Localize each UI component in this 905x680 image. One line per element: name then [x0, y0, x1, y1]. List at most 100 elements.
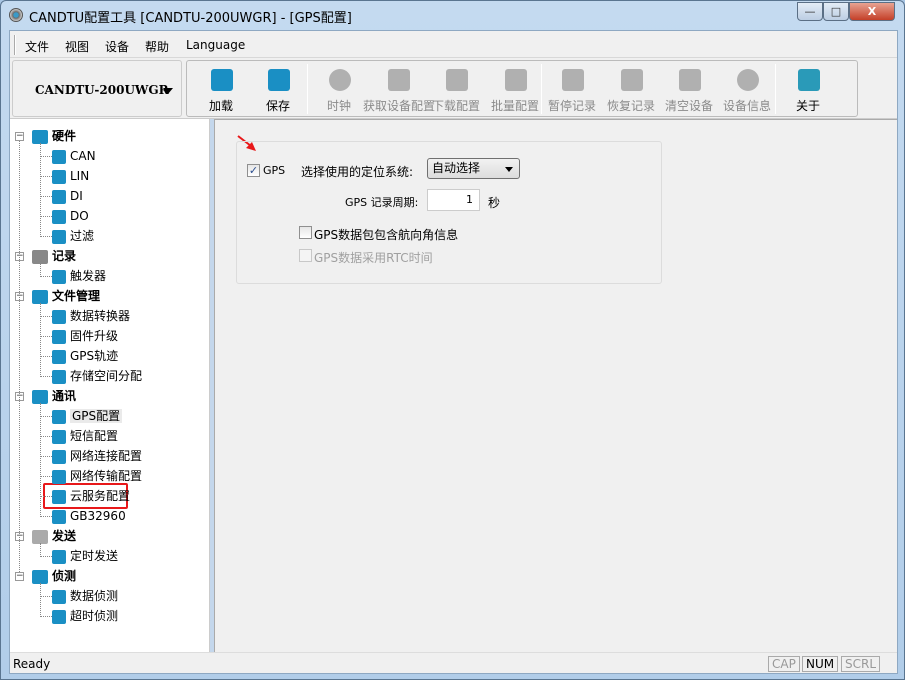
- batch-config-icon: [505, 69, 527, 91]
- tree-item-label: 网络连接配置: [70, 449, 143, 463]
- tree-connector: [19, 141, 20, 572]
- tree-group-3[interactable]: 通讯: [32, 387, 76, 405]
- tree-connector: [40, 436, 52, 437]
- item-icon: [52, 609, 66, 624]
- tree-item[interactable]: 云服务配置: [52, 487, 130, 505]
- item-icon: [52, 449, 66, 464]
- tree-item[interactable]: DO: [52, 207, 89, 225]
- tree-connector: [40, 216, 52, 217]
- tree-group-5[interactable]: 侦测: [32, 567, 76, 585]
- tree-connector: [40, 316, 52, 317]
- tree-item[interactable]: 定时发送: [52, 547, 118, 565]
- menu-device[interactable]: 设备: [105, 38, 129, 55]
- tree-item[interactable]: GPS轨迹: [52, 347, 118, 365]
- gps-period-input[interactable]: 1: [427, 189, 480, 211]
- tree-item[interactable]: 数据转换器: [52, 307, 130, 325]
- tree-item-label: 云服务配置: [70, 489, 131, 503]
- tree-item[interactable]: 存储空间分配: [52, 367, 142, 385]
- get-config-icon: [388, 69, 410, 91]
- menu-bar: 文件 视图 设备 帮助 Language: [10, 31, 897, 58]
- rtc-time-label: GPS数据采用RTC时间: [314, 251, 433, 265]
- menu-help[interactable]: 帮助: [145, 38, 169, 55]
- tree-connector: [40, 196, 52, 197]
- item-icon: [52, 589, 66, 604]
- tree-item-selected[interactable]: GPS配置: [52, 407, 123, 425]
- load-icon: [211, 69, 233, 91]
- tree-connector: [40, 156, 52, 157]
- tree-group-label: 硬件: [52, 129, 77, 143]
- collapse-toggle[interactable]: −: [15, 132, 24, 141]
- play-button[interactable]: 恢复记录: [602, 61, 660, 116]
- positioning-system-value: 自动选择: [432, 161, 481, 175]
- tree-group-label: 记录: [52, 249, 77, 263]
- tree-item[interactable]: 网络连接配置: [52, 447, 142, 465]
- group-icon: [32, 289, 48, 304]
- minimize-button[interactable]: —: [797, 2, 823, 21]
- menu-file[interactable]: 文件: [25, 38, 49, 55]
- load-button[interactable]: 加载: [192, 61, 250, 116]
- rtc-time-checkbox[interactable]: [299, 249, 312, 262]
- tree-connector: [40, 376, 52, 377]
- tree-item-label: DI: [70, 189, 83, 203]
- get-config-button[interactable]: 获取设备配置: [363, 61, 435, 116]
- tree-item[interactable]: 短信配置: [52, 427, 118, 445]
- tree-item[interactable]: 数据侦测: [52, 587, 118, 605]
- toolbar-label: 设备信息: [722, 99, 771, 113]
- positioning-system-label: 选择使用的定位系统:: [301, 165, 414, 179]
- group-icon: [32, 129, 48, 144]
- clear-button[interactable]: 清空设备: [660, 61, 718, 116]
- toolbar-label: 加载: [208, 99, 233, 113]
- item-icon: [52, 409, 66, 424]
- client-area: 文件 视图 设备 帮助 Language CANDTU-200UWGR 加载 保存…: [9, 30, 898, 674]
- tree-item-label: 网络传输配置: [70, 469, 143, 483]
- tree-group-0[interactable]: 硬件: [32, 127, 76, 145]
- gps-enable-checkbox[interactable]: ✓: [247, 164, 260, 177]
- tree-group-1[interactable]: 记录: [32, 247, 76, 265]
- num-indicator: NUM: [802, 656, 839, 672]
- item-icon: [52, 469, 66, 484]
- item-icon: [52, 509, 66, 524]
- clock-button[interactable]: 时钟: [310, 61, 368, 116]
- tree-group-2[interactable]: 文件管理: [32, 287, 100, 305]
- tree-item[interactable]: 网络传输配置: [52, 467, 142, 485]
- tree-item-label: LIN: [70, 169, 90, 183]
- chevron-down-icon: [163, 88, 173, 94]
- tree-item-label: 短信配置: [70, 429, 119, 443]
- about-button[interactable]: 关于: [779, 61, 837, 116]
- clear-icon: [679, 69, 701, 91]
- tree-item[interactable]: DI: [52, 187, 83, 205]
- heading-info-checkbox[interactable]: [299, 226, 312, 239]
- close-button[interactable]: X: [849, 2, 895, 21]
- tree-item-label: 固件升级: [70, 329, 119, 343]
- collapse-toggle[interactable]: −: [15, 572, 24, 581]
- batch-config-button[interactable]: 批量配置: [486, 61, 544, 116]
- tree-item[interactable]: GB32960: [52, 507, 126, 525]
- download-config-button[interactable]: 下载配置: [427, 61, 485, 116]
- menu-view[interactable]: 视图: [65, 38, 89, 55]
- pause-button[interactable]: 暂停记录: [543, 61, 601, 116]
- menu-language[interactable]: Language: [186, 38, 245, 52]
- tree-item[interactable]: 触发器: [52, 267, 106, 285]
- tree-item[interactable]: 固件升级: [52, 327, 118, 345]
- about-icon: [798, 69, 820, 91]
- tree-group-4[interactable]: 发送: [32, 527, 76, 545]
- tree-item[interactable]: CAN: [52, 147, 96, 165]
- tree-group-label: 通讯: [52, 389, 77, 403]
- group-icon: [32, 529, 48, 544]
- device-selector[interactable]: CANDTU-200UWGR: [12, 60, 182, 117]
- toolbar-label: 清空设备: [664, 99, 713, 113]
- gps-period-unit: 秒: [488, 196, 501, 210]
- save-button[interactable]: 保存: [249, 61, 307, 116]
- download-config-icon: [446, 69, 468, 91]
- toolbar-separator: [307, 64, 308, 114]
- tree-item[interactable]: 超时侦测: [52, 607, 118, 625]
- maximize-button[interactable]: □: [823, 2, 849, 21]
- save-icon: [268, 69, 290, 91]
- tree-group-label: 发送: [52, 529, 77, 543]
- item-icon: [52, 229, 66, 244]
- tree-item[interactable]: 过滤: [52, 227, 94, 245]
- positioning-system-select[interactable]: 自动选择: [427, 158, 520, 179]
- tree-item[interactable]: LIN: [52, 167, 89, 185]
- info-button[interactable]: 设备信息: [718, 61, 776, 116]
- tree-item-label: 触发器: [70, 269, 107, 283]
